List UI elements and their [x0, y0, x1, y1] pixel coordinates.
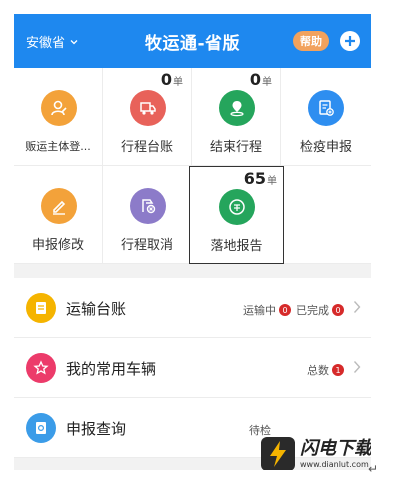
grid-item-cancel-trip[interactable]: 行程取消: [103, 166, 192, 264]
total-label: 总数: [307, 364, 329, 377]
grid-item-label: 申报修改: [31, 238, 84, 253]
plus-icon: [345, 36, 355, 46]
cancel-route-icon: [130, 188, 166, 224]
edit-pencil-icon: [41, 188, 77, 224]
grid-item-quarantine-declaration[interactable]: 检疫申报: [281, 68, 371, 166]
list-item-title: 申报查询: [66, 420, 127, 438]
help-button[interactable]: 帮助: [293, 31, 329, 51]
chevron-right-icon: [353, 301, 361, 313]
grid-item-landing-report[interactable]: 65单 落地报告: [189, 166, 284, 264]
grid-item-label: 贩运主体登...: [25, 140, 91, 153]
watermark-brand: 闪电下载: [300, 437, 371, 459]
in-transit-label: 运输中: [243, 304, 276, 317]
person-edit-icon: [41, 90, 77, 126]
location-pin-icon: [219, 90, 255, 126]
top-bar: 安徽省 牧运通-省版 帮助: [14, 14, 371, 68]
grid-item-label: 行程台账: [120, 140, 173, 155]
grid-item-label: 结束行程: [209, 140, 262, 155]
vehicle-status: 总数 1: [307, 362, 347, 378]
landing-report-count: 65单: [243, 169, 277, 188]
watermark-logo: 闪电下载 www.dianlut.com: [260, 432, 371, 470]
completed-label: 已完成: [296, 304, 329, 317]
grid-item-trader-registration[interactable]: 贩运主体登...: [14, 68, 103, 166]
list-item-transport-ledger[interactable]: 运输台账 运输中 0 已完成 0: [14, 278, 371, 338]
add-button[interactable]: [340, 31, 360, 51]
grid-item-end-trip[interactable]: 0单 结束行程: [192, 68, 281, 166]
grid-empty-cell: [284, 166, 371, 264]
grid-item-trip-ledger[interactable]: 0单 行程台账: [103, 68, 192, 166]
grid-item-label: 落地报告: [210, 239, 263, 254]
feature-list: 运输台账 运输中 0 已完成 0 我的常用车辆 总数 1 申报查询 待检: [14, 278, 371, 458]
ledger-icon: [26, 293, 56, 323]
add-document-icon: [308, 90, 344, 126]
watermark-url: www.dianlut.com: [300, 459, 369, 469]
trip-ledger-count: 0单: [160, 70, 183, 89]
completed-badge: 0: [332, 304, 344, 316]
function-grid: 贩运主体登... 0单 行程台账 0单 结束行程 检疫申报 申报修改 行程取消 …: [14, 68, 371, 264]
chevron-right-icon: [353, 361, 361, 373]
app-screen: 安徽省 牧运通-省版 帮助 贩运主体登... 0单 行程台账 0单 结束行程 检…: [14, 14, 371, 470]
truck-icon: [130, 90, 166, 126]
list-item-common-vehicles[interactable]: 我的常用车辆 总数 1: [14, 338, 371, 398]
grid-item-label: 检疫申报: [299, 140, 352, 155]
transport-status: 运输中 0 已完成 0: [243, 302, 347, 318]
grid-item-modify-declaration[interactable]: 申报修改: [14, 166, 103, 264]
query-icon: [26, 413, 56, 443]
grid-item-label: 行程取消: [120, 238, 173, 253]
list-item-title: 运输台账: [66, 300, 127, 318]
list-item-title: 我的常用车辆: [66, 360, 157, 378]
lightning-logo-icon: [261, 437, 295, 470]
in-transit-badge: 0: [279, 304, 291, 316]
total-badge: 1: [332, 364, 344, 376]
end-trip-count: 0单: [249, 70, 272, 89]
landing-report-icon: [219, 189, 255, 225]
star-icon: [26, 353, 56, 383]
